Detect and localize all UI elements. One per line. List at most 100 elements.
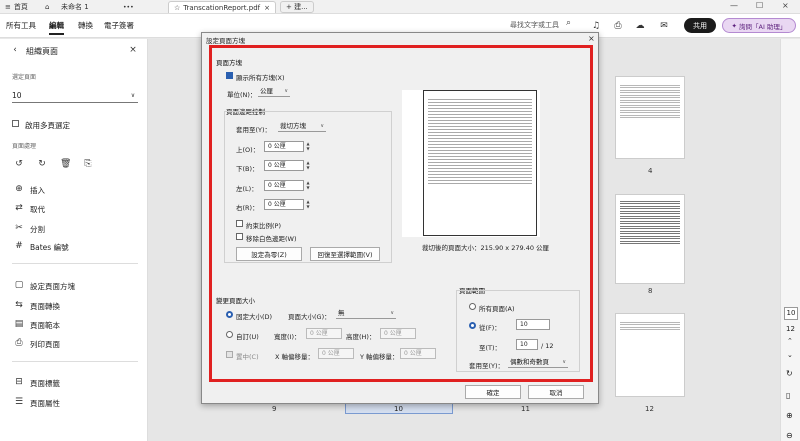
back-arrow-icon[interactable]: ‹ <box>10 45 20 55</box>
op-insert[interactable]: 插入 <box>30 185 45 196</box>
from-input[interactable]: 10 <box>516 319 550 330</box>
all-pages-radio[interactable] <box>469 303 476 310</box>
page-number-4: 4 <box>648 167 653 175</box>
op-page-labels[interactable]: 頁面標籤 <box>30 378 60 389</box>
op-page-template[interactable]: 頁面範本 <box>30 320 60 331</box>
zoom-in-icon[interactable]: ⊕ <box>786 411 793 420</box>
fixed-size-radio[interactable] <box>226 311 233 318</box>
right-margin-spinner[interactable]: ▲ ▼ <box>305 199 311 210</box>
page-box-icon: ▢ <box>14 280 24 290</box>
right-margin-input[interactable]: 0 公厘 <box>264 199 304 210</box>
to-input[interactable]: 10 <box>516 339 538 350</box>
chevron-down-icon[interactable]: ∨ <box>128 91 138 101</box>
op-page-properties[interactable]: 頁面屬性 <box>30 398 60 409</box>
new-tab-button[interactable]: + 建... <box>280 1 314 13</box>
page-thumbnail-8[interactable] <box>615 194 685 284</box>
rotate-right-icon[interactable]: ↻ <box>37 159 47 169</box>
y-offset-input[interactable]: 0 公厘 <box>400 348 436 359</box>
search-input[interactable]: 尋找文字或工具 <box>510 20 559 30</box>
chevron-down-icon: ∨ <box>320 123 324 129</box>
headset-icon[interactable]: ♫ <box>590 20 602 32</box>
set-zero-label: 設定為零(Z) <box>251 251 287 259</box>
bottom-margin-label: 下(B)： <box>236 165 259 173</box>
tab-doc1[interactable]: 未命名 1 <box>56 1 94 13</box>
op-split[interactable]: 分割 <box>30 224 45 235</box>
home-label: 首頁 <box>13 3 28 11</box>
preview-page <box>423 90 537 236</box>
star-icon[interactable]: ☆ <box>174 4 180 12</box>
top-margin-input[interactable]: 0 公厘 <box>264 141 304 152</box>
right-rail: 10 12 ⌃ ⌄ ↻ ▯ ⊕ ⊖ <box>780 39 800 441</box>
to-value: 10 <box>520 341 528 348</box>
dialog-close-icon[interactable]: × <box>588 34 595 43</box>
home-icon[interactable]: ⌂ <box>40 1 54 13</box>
from-radio[interactable] <box>469 322 476 329</box>
bottom-margin-spinner[interactable]: ▲ ▼ <box>305 160 311 171</box>
tab-more-icon[interactable]: ••• <box>118 1 139 13</box>
tab-home[interactable]: ≡ 首頁 <box>0 1 33 13</box>
right-margin-value: 0 公厘 <box>268 201 286 208</box>
rotate-left-icon[interactable]: ↺ <box>14 159 24 169</box>
share-button[interactable]: 共用 <box>684 18 716 33</box>
menu-esign[interactable]: 電子簽署 <box>104 20 134 31</box>
cloud-upload-icon[interactable]: ☁ <box>634 20 646 32</box>
chevron-down-icon[interactable]: ⌄ <box>787 351 793 359</box>
revert-button[interactable]: 回復至選擇範圍(V) <box>310 247 380 261</box>
dialog-title: 設定頁面方塊 <box>206 37 245 45</box>
x-offset-input[interactable]: 0 公厘 <box>318 348 354 359</box>
left-margin-input[interactable]: 0 公厘 <box>264 180 304 191</box>
width-input[interactable]: 0 公厘 <box>306 328 342 339</box>
constrain-checkbox[interactable] <box>236 220 243 227</box>
left-margin-spinner[interactable]: ▲ ▼ <box>305 180 311 191</box>
tab-close-icon[interactable]: × <box>264 4 270 12</box>
to-label: 至(T)： <box>479 344 502 352</box>
op-bates[interactable]: Bates 編號 <box>30 242 69 253</box>
page-apply-dropdown[interactable]: 偶數和奇數頁 ∨ <box>508 357 568 368</box>
search-icon[interactable]: ⌕ <box>566 18 571 28</box>
unit-dropdown[interactable]: 公厘 ∨ <box>258 86 290 97</box>
op-print-page[interactable]: 列印頁面 <box>30 339 60 350</box>
tab-doc2[interactable]: ☆ TranscationReport.pdf × <box>168 1 276 13</box>
op-page-convert[interactable]: 頁面轉換 <box>30 301 60 312</box>
menu-convert[interactable]: 轉換 <box>78 20 93 31</box>
selected-page-10-label[interactable]: 10 <box>345 403 453 414</box>
height-input[interactable]: 0 公厘 <box>380 328 416 339</box>
trash-icon[interactable]: 🗑 <box>60 159 71 169</box>
top-margin-spinner[interactable]: ▲ ▼ <box>305 141 311 152</box>
ai-assistant-button[interactable]: ✦ 詢問「AI 助理」 <box>722 18 796 33</box>
page-icon[interactable]: ▯ <box>786 391 790 400</box>
set-zero-button[interactable]: 設定為零(Z) <box>236 247 302 261</box>
op-set-page-box[interactable]: 設定頁面方塊 <box>30 281 75 292</box>
menu-edit[interactable]: 編輯 <box>49 20 64 35</box>
remove-white-checkbox[interactable] <box>236 233 243 240</box>
tab-bar: ≡ 首頁 ⌂ 未命名 1 ••• ☆ TranscationReport.pdf… <box>0 0 800 14</box>
width-value: 0 公厘 <box>310 330 328 337</box>
apply-to-dropdown[interactable]: 裁切方塊 ∨ <box>278 121 326 132</box>
center-checkbox[interactable] <box>226 351 233 358</box>
selected-pages-value[interactable]: 10 <box>12 91 22 100</box>
page-number-8: 8 <box>648 287 653 295</box>
zoom-out-icon[interactable]: ⊖ <box>786 431 793 440</box>
panel-close-icon[interactable]: × <box>128 45 138 55</box>
cancel-button[interactable]: 取消 <box>528 385 584 399</box>
multi-select-checkbox[interactable] <box>12 120 19 127</box>
page-number-input[interactable]: 10 <box>784 307 798 320</box>
print-icon[interactable]: ⎙ <box>612 20 624 32</box>
maximize-icon[interactable]: ☐ <box>756 1 763 10</box>
extract-page-icon[interactable]: ⎘ <box>83 159 93 169</box>
menu-all-tools[interactable]: 所有工具 <box>6 20 36 31</box>
minimize-icon[interactable]: — <box>730 1 738 10</box>
bottom-margin-input[interactable]: 0 公厘 <box>264 160 304 171</box>
show-all-checkbox[interactable] <box>226 72 233 79</box>
page-size-dropdown[interactable]: 無 ∨ <box>336 308 396 319</box>
page-thumbnail-12[interactable] <box>615 313 685 397</box>
chevron-up-icon[interactable]: ⌃ <box>787 337 793 345</box>
ok-button[interactable]: 確定 <box>465 385 521 399</box>
page-thumbnail-4[interactable] <box>615 76 685 159</box>
op-replace[interactable]: 取代 <box>30 204 45 215</box>
close-window-icon[interactable]: × <box>782 1 789 10</box>
refresh-icon[interactable]: ↻ <box>786 369 793 378</box>
custom-radio[interactable] <box>226 331 233 338</box>
all-pages-label: 所有頁面(A) <box>479 305 515 313</box>
mail-icon[interactable]: ✉ <box>658 20 670 32</box>
